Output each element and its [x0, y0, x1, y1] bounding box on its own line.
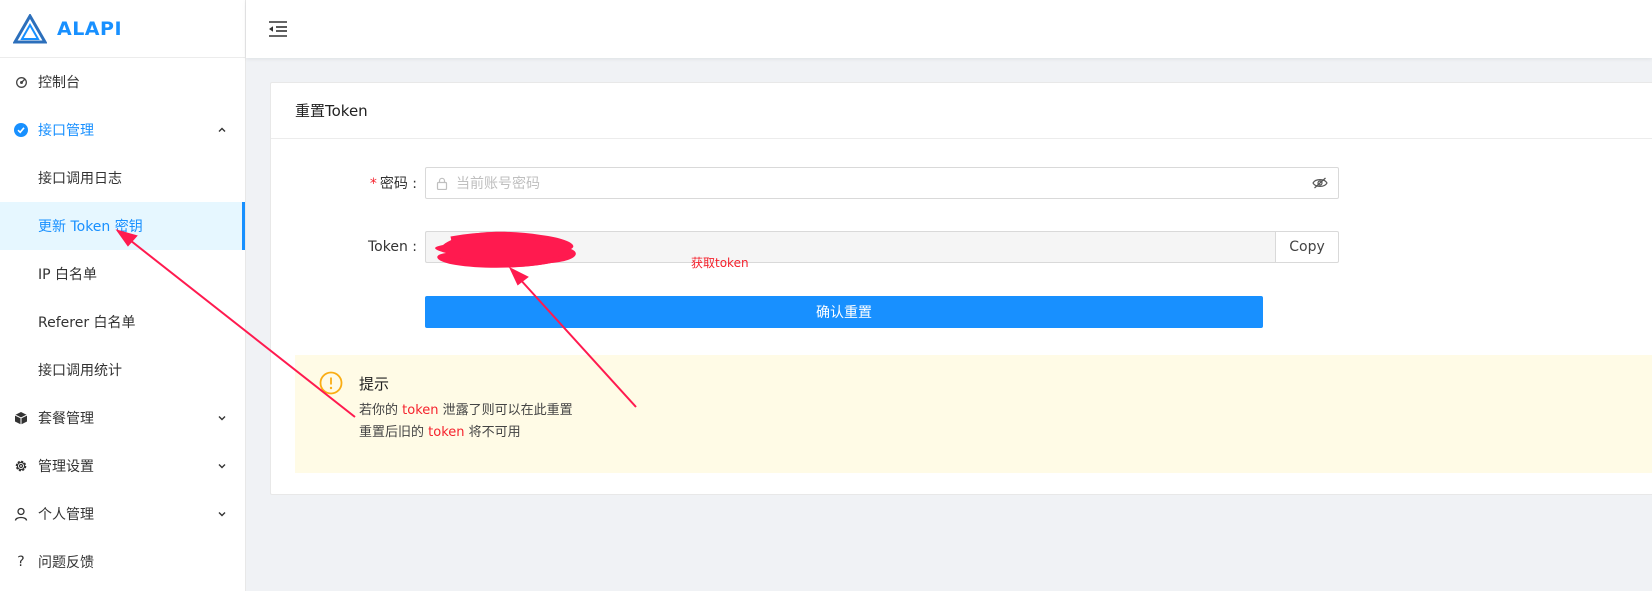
- alert-highlight: token: [428, 425, 465, 440]
- sidebar-item-label: 接口管理: [38, 123, 94, 139]
- alert-text: 泄露了则可以在此重置: [438, 403, 573, 418]
- sidebar-item-label: 更新 Token 密钥: [38, 219, 143, 235]
- password-input[interactable]: 当前账号密码: [425, 167, 1339, 199]
- sidebar-item-settings[interactable]: 管理设置: [0, 442, 245, 490]
- chevron-down-icon: [217, 413, 227, 423]
- question-icon: ?: [17, 554, 25, 570]
- confirm-reset-button[interactable]: 确认重置: [425, 296, 1263, 328]
- exclamation-circle-icon: [319, 371, 343, 395]
- eye-invisible-icon[interactable]: [1312, 177, 1328, 189]
- password-placeholder: 当前账号密码: [456, 176, 540, 192]
- alert-title: 提示: [359, 375, 390, 393]
- alert-text: 重置后旧的: [359, 425, 429, 440]
- sidebar-item-update-token[interactable]: 更新 Token 密钥: [0, 202, 245, 250]
- sidebar-item-package-management[interactable]: 套餐管理: [0, 394, 245, 442]
- sidebar-item-label: 套餐管理: [38, 411, 94, 427]
- logo-icon: [13, 13, 47, 43]
- password-label: * 密码 :: [369, 176, 417, 192]
- token-form-row: Token :: [271, 231, 417, 263]
- reset-token-card: 重置Token * 密码 : 当前账号密码 Token : Copy 获取toke…: [270, 82, 1652, 495]
- annotation-get-token: 获取token: [691, 256, 749, 270]
- sidebar-item-label: 接口调用统计: [38, 363, 122, 379]
- user-icon: [13, 506, 29, 522]
- alert-line-2: 重置后旧的 token 将不可用: [359, 421, 521, 440]
- sidebar: ALAPI 控制台 接口管理 接口调用日志 更新 Token 密钥 IP 白名单…: [0, 0, 246, 591]
- logo[interactable]: ALAPI: [0, 0, 245, 58]
- menu-fold-icon[interactable]: [268, 20, 288, 38]
- sidebar-item-api-management[interactable]: 接口管理: [0, 106, 245, 154]
- chevron-down-icon: [217, 509, 227, 519]
- package-icon: [13, 410, 29, 426]
- sidebar-item-label: 管理设置: [38, 459, 94, 475]
- sidebar-item-dashboard[interactable]: 控制台: [0, 58, 245, 106]
- sidebar-item-call-stats[interactable]: 接口调用统计: [0, 346, 245, 394]
- token-label: Token :: [367, 239, 417, 255]
- alert-text: 将不可用: [464, 425, 521, 440]
- top-header: [246, 0, 1652, 58]
- required-mark: *: [369, 176, 377, 192]
- sidebar-item-referer-whitelist[interactable]: Referer 白名单: [0, 298, 245, 346]
- check-circle-icon: [13, 122, 29, 138]
- sidebar-item-call-logs[interactable]: 接口调用日志: [0, 154, 245, 202]
- alert-highlight: token: [402, 403, 439, 418]
- chevron-down-icon: [217, 461, 227, 471]
- alert-line-1: 若你的 token 泄露了则可以在此重置: [359, 399, 573, 418]
- sidebar-item-label: 接口调用日志: [38, 171, 122, 187]
- password-label-text: 密码: [379, 176, 408, 192]
- app-name: ALAPI: [57, 17, 123, 40]
- dashboard-icon: [13, 74, 29, 90]
- sidebar-item-label: Referer 白名单: [38, 315, 136, 331]
- sidebar-item-label: 问题反馈: [38, 555, 94, 571]
- token-label-text: Token: [367, 239, 408, 255]
- copy-button[interactable]: Copy: [1275, 231, 1339, 263]
- sidebar-item-label: 控制台: [38, 75, 80, 91]
- sidebar-item-label: 个人管理: [38, 507, 94, 523]
- tip-alert: 提示 若你的 token 泄露了则可以在此重置 重置后旧的 token 将不可用: [295, 355, 1652, 473]
- sidebar-item-label: IP 白名单: [38, 267, 98, 283]
- password-form-row: * 密码 :: [271, 167, 417, 199]
- chevron-up-icon: [217, 125, 227, 135]
- sidebar-item-feedback[interactable]: ? 问题反馈: [0, 538, 245, 586]
- card-title: 重置Token: [271, 83, 1652, 139]
- sidebar-item-personal[interactable]: 个人管理: [0, 490, 245, 538]
- redaction-scribble: [435, 231, 576, 268]
- api-management-submenu: 接口调用日志 更新 Token 密钥 IP 白名单 Referer 白名单 接口…: [0, 154, 245, 394]
- sidebar-item-ip-whitelist[interactable]: IP 白名单: [0, 250, 245, 298]
- lock-icon: [436, 177, 448, 190]
- gear-icon: [13, 458, 29, 474]
- alert-text: 若你的: [359, 403, 403, 418]
